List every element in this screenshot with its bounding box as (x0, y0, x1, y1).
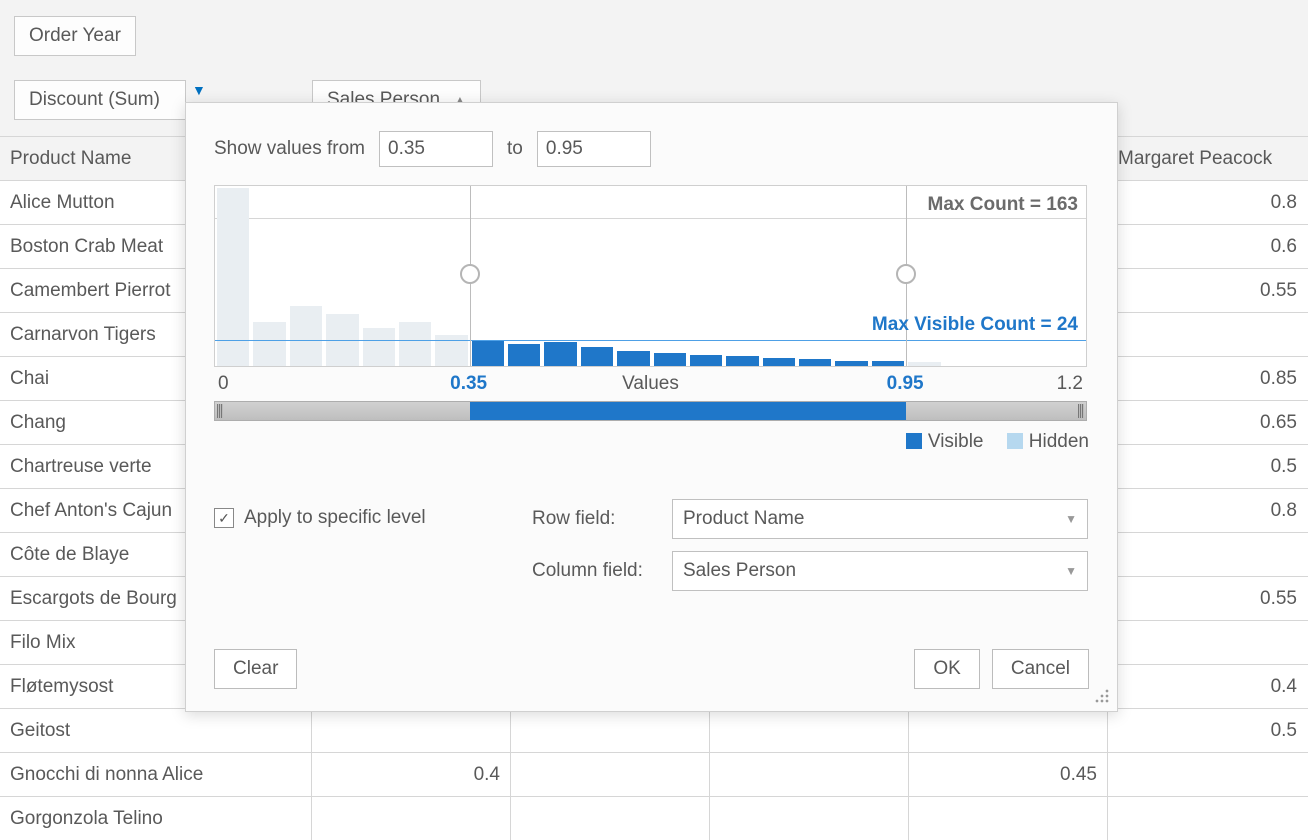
to-label: to (507, 138, 523, 160)
histogram[interactable]: Max Count = 163 Max Visible Count = 24 (214, 185, 1087, 367)
histogram-bar (363, 328, 395, 366)
axis-tick-max: 1.2 (1057, 373, 1083, 395)
data-cell[interactable]: 0.5 (1108, 709, 1307, 752)
data-cell[interactable] (511, 709, 710, 752)
data-cell[interactable] (312, 709, 511, 752)
field-label: Discount (Sum) (29, 89, 160, 111)
data-cell[interactable]: 0.55 (1108, 269, 1307, 312)
data-cell[interactable]: 0.4 (1108, 665, 1307, 708)
legend-swatch-hidden (1007, 433, 1023, 449)
data-cell[interactable] (1108, 797, 1307, 840)
data-cell[interactable] (511, 797, 710, 840)
to-value-input[interactable] (537, 131, 651, 167)
data-cell[interactable] (710, 797, 909, 840)
column-field-combo[interactable]: Sales Person ▼ (672, 551, 1088, 591)
range-handle-low[interactable] (460, 264, 480, 284)
cancel-button[interactable]: Cancel (992, 649, 1089, 689)
row-field-combo[interactable]: Product Name ▼ (672, 499, 1088, 539)
chevron-down-icon: ▼ (1065, 564, 1077, 578)
data-field-discount-sum[interactable]: Discount (Sum) (14, 80, 186, 120)
data-cell[interactable] (710, 753, 909, 796)
range-fill (470, 402, 907, 420)
apply-to-level-checkbox[interactable]: ✓ (214, 508, 234, 528)
table-row: Gorgonzola Telino (0, 797, 1308, 840)
histogram-bar (290, 306, 322, 366)
histogram-bar (872, 361, 904, 366)
histogram-axis: 0 0.35 Values 0.95 1.2 (214, 373, 1087, 401)
histogram-bar (508, 344, 540, 366)
axis-label-values: Values (622, 373, 679, 395)
max-count-label: Max Count = 163 (928, 194, 1078, 216)
visible-count-line (215, 340, 1086, 341)
histogram-legend: Visible Hidden (214, 431, 1089, 453)
data-cell[interactable]: 0.45 (909, 753, 1108, 796)
data-cell[interactable] (1108, 313, 1307, 356)
histogram-bar (253, 322, 285, 366)
clear-button[interactable]: Clear (214, 649, 297, 689)
range-grip-right (1078, 404, 1084, 418)
data-cell[interactable] (1108, 533, 1307, 576)
table-row: Geitost 0.5 (0, 709, 1308, 753)
range-handle-high[interactable] (896, 264, 916, 284)
chevron-down-icon: ▼ (1065, 512, 1077, 526)
row-header[interactable]: Gnocchi di nonna Alice (0, 753, 312, 796)
data-cell[interactable]: 0.5 (1108, 445, 1307, 488)
data-cell[interactable] (1108, 621, 1307, 664)
data-cell[interactable]: 0.6 (1108, 225, 1307, 268)
field-label: Order Year (29, 25, 121, 47)
histogram-bar (835, 361, 867, 366)
filter-field-order-year[interactable]: Order Year (14, 16, 136, 56)
data-cell[interactable] (710, 709, 909, 752)
axis-tick-min: 0 (218, 373, 229, 395)
histogram-bar (472, 340, 504, 366)
row-field-label: Row field: (532, 508, 652, 530)
histogram-bar (763, 358, 795, 366)
axis-tick-low: 0.35 (450, 373, 487, 395)
data-cell[interactable]: 0.8 (1108, 181, 1307, 224)
apply-to-level-label: Apply to specific level (244, 507, 426, 529)
data-cell[interactable] (909, 797, 1108, 840)
histogram-bar (690, 355, 722, 366)
histogram-bar (617, 351, 649, 366)
data-cell[interactable]: 0.4 (312, 753, 511, 796)
histogram-bar (654, 353, 686, 366)
histogram-bar (399, 322, 431, 366)
data-cell[interactable]: 0.85 (1108, 357, 1307, 400)
data-cell[interactable]: 0.65 (1108, 401, 1307, 444)
pivot-grid: Order Year Discount (Sum) ▼ Sales Person… (0, 0, 1308, 840)
data-cell[interactable] (909, 709, 1108, 752)
data-cell[interactable] (312, 797, 511, 840)
data-cell[interactable] (1108, 753, 1307, 796)
from-value-input[interactable] (379, 131, 493, 167)
table-row: Gnocchi di nonna Alice0.4 0.45 (0, 753, 1308, 797)
data-cell[interactable]: 0.8 (1108, 489, 1307, 532)
filter-icon[interactable]: ▼ (192, 82, 206, 98)
show-values-from-label: Show values from (214, 138, 365, 160)
max-visible-count-label: Max Visible Count = 24 (872, 314, 1078, 336)
value-filter-dialog: Show values from to Max Count = 163 Max … (185, 102, 1118, 712)
legend-swatch-visible (906, 433, 922, 449)
range-grip-left (217, 404, 223, 418)
resize-grip-icon[interactable] (1095, 689, 1111, 705)
column-header-margaret-peacock[interactable]: Margaret Peacock (1108, 137, 1307, 180)
ok-button[interactable]: OK (914, 649, 979, 689)
range-scrollbar[interactable] (214, 401, 1087, 421)
row-header[interactable]: Geitost (0, 709, 312, 752)
histogram-bar (799, 359, 831, 366)
axis-tick-high: 0.95 (887, 373, 924, 395)
histogram-bar (544, 342, 576, 366)
histogram-bar (726, 356, 758, 366)
row-header[interactable]: Gorgonzola Telino (0, 797, 312, 840)
histogram-bar (581, 347, 613, 366)
data-cell[interactable] (511, 753, 710, 796)
column-field-label: Column field: (532, 560, 652, 582)
data-cell[interactable]: 0.55 (1108, 577, 1307, 620)
histogram-bar (908, 362, 940, 366)
